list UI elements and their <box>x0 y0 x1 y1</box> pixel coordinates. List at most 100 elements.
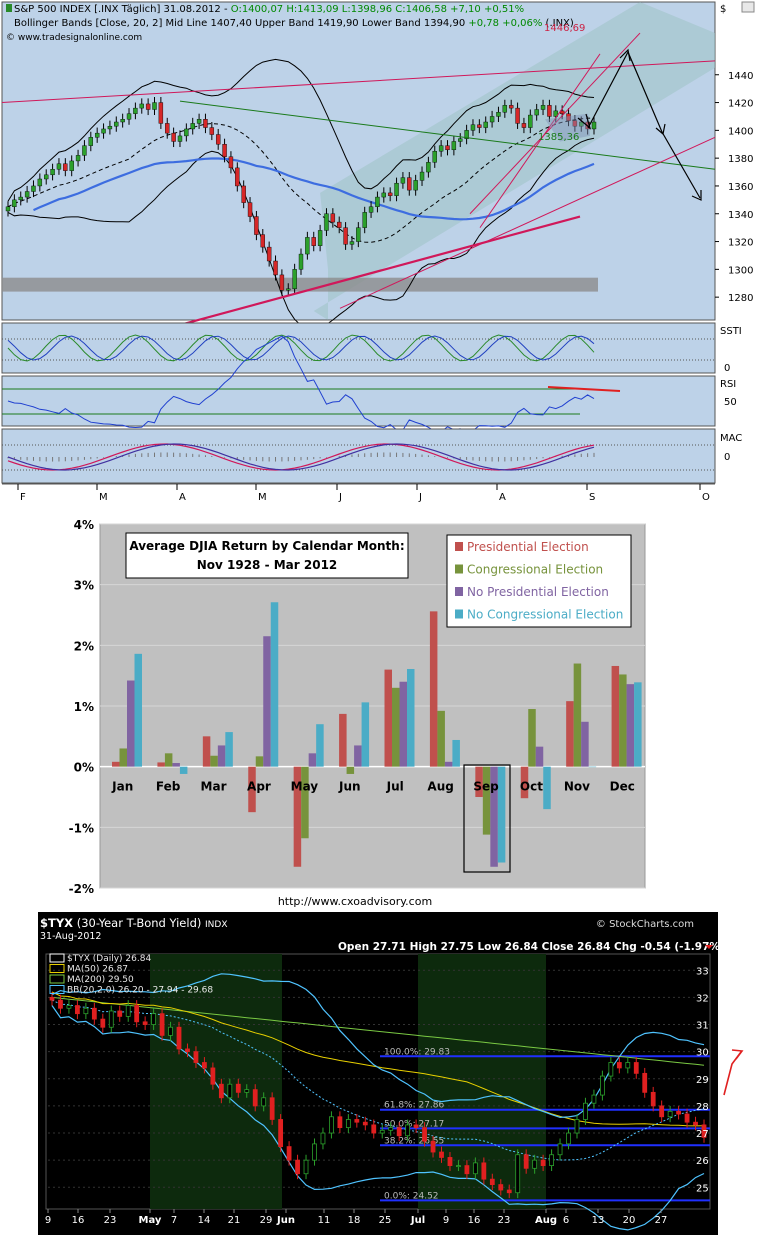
bar <box>588 766 597 768</box>
candle-body <box>139 103 144 109</box>
candle-body <box>659 1105 665 1118</box>
tyx-chart: $TYX (30-Year T-Bond Yield) INDX 31-Aug-… <box>38 912 757 1235</box>
rsi-panel <box>1 375 716 427</box>
candle-body <box>203 119 208 128</box>
legend-swatch <box>455 542 463 551</box>
sp500-chart: S&P 500 INDEX [.INX Täglich] 31.08.2012 … <box>0 0 757 512</box>
candle-body <box>676 1110 681 1115</box>
x-tick-label: Jun <box>276 1215 295 1226</box>
candle-body <box>439 1151 444 1158</box>
legend-swatch <box>455 564 463 574</box>
sp500-header-line: S&P 500 INDEX [.INX Täglich] 31.08.2012 … <box>14 4 524 15</box>
x-tick-label: 29 <box>260 1215 273 1226</box>
fib-level-label: 100.0%: 29.83 <box>384 1047 450 1057</box>
category-label: May <box>291 780 319 794</box>
x-tick-label: Jul <box>410 1215 425 1226</box>
candle-body <box>260 234 265 248</box>
candle-body <box>177 135 183 142</box>
candle-body <box>56 163 62 170</box>
candle-body <box>266 246 272 262</box>
candle-body <box>101 128 106 134</box>
candle-body <box>305 237 310 255</box>
candle-body <box>142 1021 148 1025</box>
y-tick-label: 25 <box>696 1183 709 1194</box>
bar <box>202 736 211 767</box>
candle-body <box>94 132 100 138</box>
category-label: Aug <box>427 780 453 794</box>
candle-body <box>693 1121 698 1126</box>
candle-body <box>343 227 348 245</box>
category-label: Mar <box>201 780 227 794</box>
djia-title: Average DJIA Return by Calendar Month: <box>129 539 404 553</box>
candle-body <box>483 121 488 128</box>
x-month-label: O <box>702 492 710 503</box>
bar <box>452 739 460 767</box>
candle-body <box>215 134 221 145</box>
bar <box>444 761 453 767</box>
candle-body <box>413 180 418 191</box>
candle-body <box>66 1005 72 1009</box>
candle-body <box>228 156 234 169</box>
restore-icon[interactable] <box>741 1 755 13</box>
candle-body <box>419 171 425 181</box>
candle-body <box>235 1083 241 1093</box>
candle-body <box>107 125 113 130</box>
candle-body <box>126 113 132 120</box>
fib-level-label: 0.0%: 24.52 <box>384 1191 439 1201</box>
y-tick-label: -1% <box>69 821 94 835</box>
tyx-date: 31-Aug-2012 <box>40 931 101 942</box>
candle-body <box>108 1010 114 1028</box>
bar <box>573 663 582 767</box>
y-tick-label: 4% <box>74 518 94 532</box>
x-month-label: J <box>418 492 422 503</box>
candle-body <box>472 1162 478 1175</box>
sp500-source: © www.tradesignalonline.com <box>6 33 142 43</box>
candle-body <box>625 1062 631 1069</box>
sp500-dollar-label: $ <box>720 4 726 15</box>
y-tick-label: 27 <box>696 1129 709 1140</box>
candle-body <box>684 1113 690 1123</box>
candle-body <box>168 1026 173 1036</box>
x-tick-label: 23 <box>498 1215 511 1226</box>
candle-body <box>91 1007 97 1020</box>
bar <box>210 755 218 767</box>
candle-body <box>438 145 444 152</box>
candle-body <box>523 1154 529 1169</box>
candle-body <box>44 174 49 180</box>
candle-body <box>117 1010 123 1017</box>
candle-body <box>498 1184 504 1191</box>
candle-body <box>330 213 336 223</box>
x-tick-label: 20 <box>623 1215 636 1226</box>
candle-body <box>650 1091 656 1107</box>
candle-body <box>83 1007 89 1015</box>
bar <box>157 762 165 767</box>
bar <box>429 611 438 767</box>
candle-body <box>432 150 437 163</box>
candle-body <box>447 1157 453 1166</box>
bar <box>407 668 415 767</box>
bar <box>127 680 135 767</box>
category-label: Jan <box>111 780 133 794</box>
fib-level-label: 61.8%: 27.86 <box>384 1101 445 1111</box>
stockcharts-brand: © StockCharts.com <box>596 919 694 930</box>
candle-body <box>445 145 450 151</box>
candle-body <box>227 1083 233 1099</box>
tyx-chart-panel: $TYX (30-Year T-Bond Yield) INDX 31-Aug-… <box>38 912 757 1235</box>
candle-body <box>566 1132 571 1145</box>
candle-body <box>298 253 304 270</box>
bar <box>384 669 392 767</box>
y-tick-label: 1440 <box>728 71 753 82</box>
category-label: Apr <box>247 780 271 794</box>
x-tick-label: 14 <box>198 1215 211 1226</box>
candle-body <box>58 999 63 1009</box>
candle-body <box>362 212 367 228</box>
bar <box>497 766 506 863</box>
x-tick-label: 7 <box>171 1215 177 1226</box>
candle-body <box>405 1124 411 1137</box>
x-tick-label: 9 <box>45 1215 51 1226</box>
sp500-indicator-line: Bollinger Bands [Close, 20, 2] Mid Line … <box>14 18 574 29</box>
bar <box>301 766 309 839</box>
candle-body <box>114 121 119 127</box>
y-tick-label: 2% <box>74 639 94 653</box>
candle-body <box>196 119 202 124</box>
